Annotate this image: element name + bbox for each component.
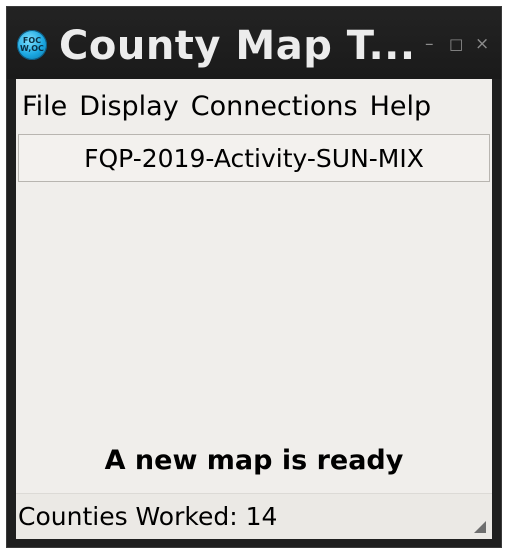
map-status-message: A new map is ready — [104, 445, 404, 476]
maximize-icon[interactable]: □ — [449, 35, 463, 53]
title-bar[interactable]: FOC W,OC County Map T... – □ × — [7, 7, 501, 79]
minimize-icon[interactable]: – — [425, 35, 434, 53]
close-icon[interactable]: × — [475, 35, 489, 53]
menu-bar: File Display Connections Help — [16, 79, 492, 133]
client-area: File Display Connections Help FQP-2019-A… — [16, 79, 492, 539]
app-window: FOC W,OC County Map T... – □ × File Disp… — [6, 6, 502, 548]
app-icon[interactable]: FOC W,OC — [17, 30, 47, 60]
menu-help[interactable]: Help — [364, 91, 438, 122]
activity-selector[interactable]: FQP-2019-Activity-SUN-MIX — [18, 134, 490, 182]
menu-file[interactable]: File — [16, 91, 73, 122]
status-bar: Counties Worked: 14 — [16, 493, 492, 539]
resize-grip-icon[interactable] — [474, 521, 486, 533]
app-icon-text: FOC W,OC — [20, 37, 44, 53]
menu-connections[interactable]: Connections — [185, 91, 364, 122]
menu-display[interactable]: Display — [73, 91, 185, 122]
counties-worked-count: Counties Worked: 14 — [18, 502, 278, 531]
app-icon-sublabel: W,OC — [20, 44, 44, 53]
window-title: County Map T... — [59, 23, 416, 69]
activity-name: FQP-2019-Activity-SUN-MIX — [84, 143, 424, 173]
